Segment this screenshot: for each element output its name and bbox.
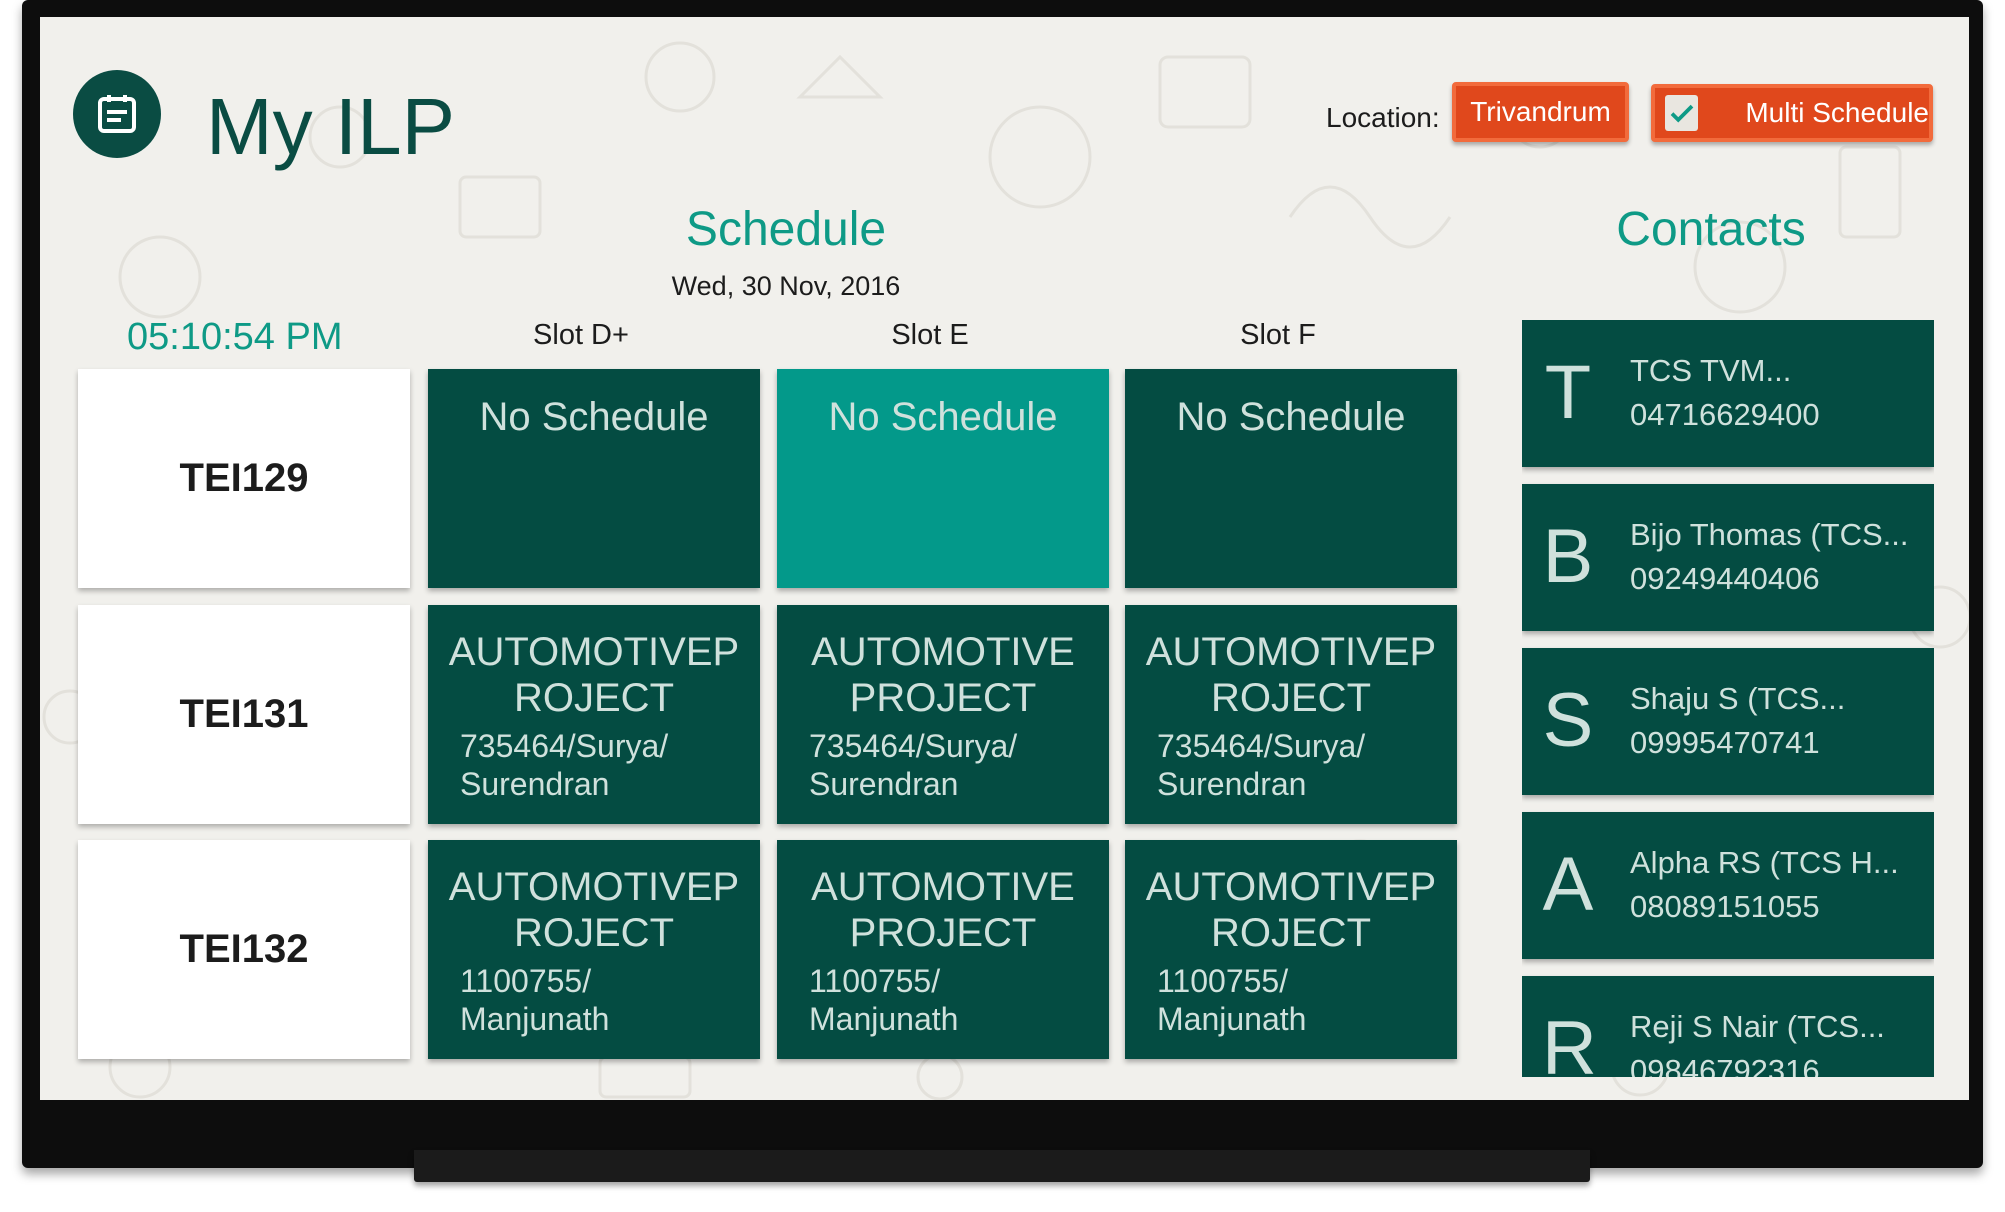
multi-schedule-label: Multi Schedule <box>1745 97 1929 128</box>
project-name-line: ROJECT <box>1211 911 1371 955</box>
contact-initial: S <box>1542 678 1594 763</box>
project-detail-line: 1100755/ <box>460 963 592 999</box>
project-name-line: AUTOMOTIVE <box>811 630 1075 674</box>
contact-name: Bijo Thomas (TCS... <box>1630 517 1909 552</box>
app-screen: My ILP Location: Trivandrum Multi Schedu… <box>40 17 1969 1100</box>
location-button[interactable]: Trivandrum <box>1452 82 1629 142</box>
project-detail-line: 735464/Surya/ <box>1157 728 1366 764</box>
schedule-cell[interactable]: AUTOMOTIVE PROJECT 735464/Surya/ Surendr… <box>777 605 1109 824</box>
contact-initial: B <box>1542 514 1594 599</box>
project-detail: 1100755/ Manjunath <box>428 962 760 1038</box>
slot-header: Slot D+ <box>533 319 629 351</box>
project-name: AUTOMOTIVEP ROJECT <box>1125 605 1457 721</box>
schedule-cell[interactable]: No Schedule <box>1125 369 1457 588</box>
schedule-cell[interactable]: AUTOMOTIVEP ROJECT 1100755/ Manjunath <box>428 840 760 1059</box>
contacts-list[interactable]: T TCS TVM... 04716629400 B Bijo Thomas (… <box>1522 320 1934 1077</box>
project-name-line: AUTOMOTIVEP <box>1145 865 1437 909</box>
project-name-line: ROJECT <box>514 676 674 720</box>
schedule-title: Schedule <box>685 203 887 256</box>
project-detail: 1100755/ Manjunath <box>777 962 1109 1038</box>
project-detail-line: Manjunath <box>1157 1001 1307 1037</box>
schedule-cell-selected[interactable]: No Schedule <box>777 369 1109 588</box>
schedule-cell[interactable]: AUTOMOTIVEP ROJECT 735464/Surya/ Surendr… <box>1125 605 1457 824</box>
contact-initial: T <box>1544 350 1592 435</box>
no-schedule-text: No Schedule <box>479 395 709 439</box>
contact-name: Reji S Nair (TCS... <box>1630 1009 1885 1044</box>
contact-phone: 09249440406 <box>1630 561 1820 596</box>
project-name-line: PROJECT <box>849 911 1037 955</box>
checkbox-checked-icon[interactable] <box>1665 95 1699 131</box>
project-detail-line: Surendran <box>809 766 959 802</box>
project-detail-line: Surendran <box>1157 766 1307 802</box>
project-name-line: ROJECT <box>1211 676 1371 720</box>
project-name: AUTOMOTIVE PROJECT <box>777 840 1109 956</box>
room-card[interactable]: TEI131 <box>78 605 410 824</box>
project-detail: 735464/Surya/ Surendran <box>1125 727 1457 803</box>
slot-header: Slot E <box>891 319 969 351</box>
project-detail: 735464/Surya/ Surendran <box>777 727 1109 803</box>
contact-card[interactable]: S Shaju S (TCS... 09995470741 <box>1522 648 1934 795</box>
project-detail-line: Surendran <box>460 766 610 802</box>
room-card[interactable]: TEI129 <box>78 369 410 588</box>
project-name-line: AUTOMOTIVE <box>811 865 1075 909</box>
multi-schedule-toggle[interactable]: Multi Schedule <box>1651 84 1933 142</box>
project-name: AUTOMOTIVEP ROJECT <box>1125 840 1457 956</box>
tv-stand <box>414 1150 1590 1182</box>
contact-name: Alpha RS (TCS H... <box>1630 845 1899 880</box>
project-name-line: AUTOMOTIVEP <box>448 630 740 674</box>
app-logo <box>73 70 161 158</box>
contact-card[interactable]: R Reji S Nair (TCS... 09846792316 <box>1522 976 1934 1077</box>
contact-card[interactable]: B Bijo Thomas (TCS... 09249440406 <box>1522 484 1934 631</box>
schedule-cell[interactable]: AUTOMOTIVEP ROJECT 1100755/ Manjunath <box>1125 840 1457 1059</box>
project-name: AUTOMOTIVEP ROJECT <box>428 605 760 721</box>
project-name-line: AUTOMOTIVEP <box>1145 630 1437 674</box>
contact-phone: 09846792316 <box>1630 1053 1820 1077</box>
contact-name: TCS TVM... <box>1630 353 1792 388</box>
schedule-date: Wed, 30 Nov, 2016 <box>671 271 901 301</box>
contact-phone: 04716629400 <box>1630 397 1820 432</box>
no-schedule-text: No Schedule <box>828 395 1058 439</box>
contacts-title: Contacts <box>1616 203 1806 256</box>
slot-header: Slot F <box>1240 319 1316 351</box>
app-title: My ILP <box>206 82 455 171</box>
project-name-line: AUTOMOTIVEP <box>448 865 740 909</box>
schedule-cell[interactable]: AUTOMOTIVEP ROJECT 735464/Surya/ Surendr… <box>428 605 760 824</box>
project-detail: 735464/Surya/ Surendran <box>428 727 760 803</box>
project-detail-line: 1100755/ <box>809 963 941 999</box>
schedule-cell[interactable]: No Schedule <box>428 369 760 588</box>
project-name: AUTOMOTIVEP ROJECT <box>428 840 760 956</box>
project-detail: 1100755/ Manjunath <box>1125 962 1457 1038</box>
project-detail-line: Manjunath <box>460 1001 610 1037</box>
project-detail-line: 735464/Surya/ <box>460 728 669 764</box>
project-detail-line: 735464/Surya/ <box>809 728 1018 764</box>
project-name-line: ROJECT <box>514 911 674 955</box>
contact-name: Shaju S (TCS... <box>1630 681 1846 716</box>
contact-initial: A <box>1542 842 1594 927</box>
contact-phone: 09995470741 <box>1630 725 1820 760</box>
calendar-icon <box>98 95 136 133</box>
project-name: AUTOMOTIVE PROJECT <box>777 605 1109 721</box>
project-name-line: PROJECT <box>849 676 1037 720</box>
room-card[interactable]: TEI132 <box>78 840 410 1059</box>
contact-card[interactable]: A Alpha RS (TCS H... 08089151055 <box>1522 812 1934 959</box>
location-label: Location: <box>1326 102 1440 133</box>
contact-initial: R <box>1542 1006 1597 1077</box>
contact-card[interactable]: T TCS TVM... 04716629400 <box>1522 320 1934 467</box>
contact-phone: 08089151055 <box>1630 889 1820 924</box>
project-detail-line: Manjunath <box>809 1001 959 1037</box>
project-detail-line: 1100755/ <box>1157 963 1289 999</box>
no-schedule-text: No Schedule <box>1176 395 1406 439</box>
schedule-cell[interactable]: AUTOMOTIVE PROJECT 1100755/ Manjunath <box>777 840 1109 1059</box>
clock: 05:10:54 PM <box>127 316 343 358</box>
